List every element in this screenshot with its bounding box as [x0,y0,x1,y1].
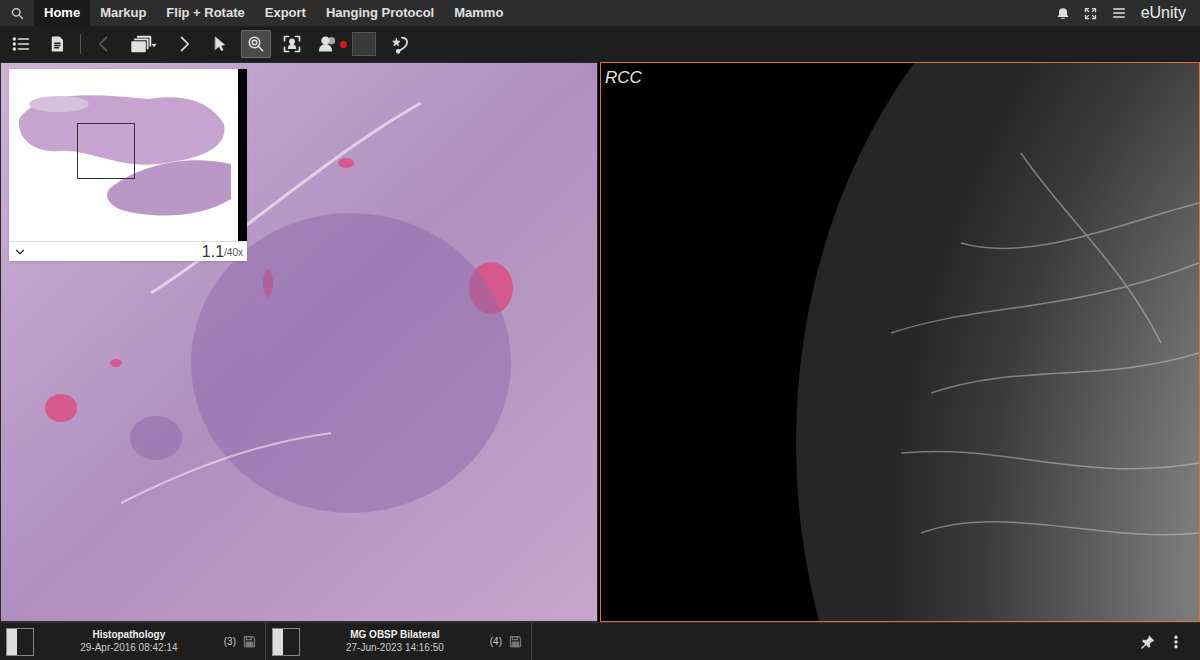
tab-label[interactable]: Mammo [454,3,503,23]
list-icon [11,34,31,54]
study-title: Histopathology [92,629,165,642]
menu-tab[interactable]: Home [34,0,90,26]
next-icon [174,34,194,54]
pointer-icon [211,35,229,53]
viewport[interactable]: 1.1/40x [0,62,598,622]
study-bar: Histopathology29-Apr-2016 08:42:14 (3) MG … [0,622,1200,660]
document-icon [48,35,66,53]
tab-label[interactable]: Export [265,3,306,23]
search-icon[interactable] [0,0,34,26]
collaborate-icon [318,34,338,54]
series-count: (4) [490,634,502,649]
zoom-button[interactable] [241,30,271,58]
study-thumbnail[interactable] [272,628,300,656]
study-date: 29-Apr-2016 08:42:14 [80,642,177,655]
toolbar [0,26,1200,62]
fullscreen-icon[interactable] [1077,0,1105,26]
separator [80,34,81,54]
recording-dot [340,41,347,48]
study-date: 27-Jun-2023 14:16:50 [346,642,444,655]
chevron-icon[interactable] [13,245,27,259]
view-label: RCC [605,65,642,91]
series-count: (3) [224,634,236,649]
tab-label[interactable]: Flip + Rotate [166,3,244,23]
menu-tab[interactable]: Mammo [444,0,513,26]
tab-label[interactable]: Markup [100,3,146,23]
previous-icon [94,34,114,54]
max-zoom: /40x [224,248,243,258]
swatch-icon [352,32,376,56]
list-button[interactable] [6,30,36,58]
bell-icon[interactable] [1049,0,1077,26]
menu-icon[interactable] [1105,0,1133,26]
mammogram-image[interactable] [601,63,1199,621]
zoom-icon [247,35,265,53]
menu-tab[interactable]: Export [255,0,316,26]
previous-button[interactable] [89,30,119,58]
overview-panel[interactable]: 1.1/40x [9,69,247,261]
tab-label[interactable]: Hanging Protocol [326,3,434,23]
pin-icon[interactable] [1134,623,1162,660]
menu-tab[interactable]: Markup [90,0,156,26]
next-button[interactable] [169,30,199,58]
study-tile[interactable]: Histopathology29-Apr-2016 08:42:14 (3) [0,623,266,660]
save-icon[interactable] [242,634,257,649]
app-name: eUnity [1133,0,1200,26]
study-tile[interactable]: MG OBSP Bilateral27-Jun-2023 14:16:50 (4) [266,623,532,660]
viewport[interactable]: RCC [600,62,1200,622]
more-icon[interactable] [1162,623,1190,660]
menu-tab[interactable]: Hanging Protocol [316,0,444,26]
menu-tab[interactable]: Flip + Rotate [156,0,254,26]
save-icon[interactable] [508,634,523,649]
overview-scrollbar[interactable] [238,69,247,241]
series-button[interactable] [125,30,163,58]
lasso-button[interactable] [385,30,415,58]
study-title: MG OBSP Bilateral [350,629,439,642]
tab-label[interactable]: Home [44,3,80,23]
menu-bar: Home Markup Flip + Rotate Export Hanging Pro… [0,0,1200,26]
document-button[interactable] [42,30,72,58]
viewport-area: 1.1/40x RCC [0,62,1200,622]
fit-icon [282,34,302,54]
lasso-icon [389,33,411,55]
overview-thumbnail[interactable] [9,69,238,241]
overview-frame[interactable] [77,123,135,179]
zoom-level: 1.1 [202,244,224,260]
pointer-button[interactable] [205,30,235,58]
series-icon [129,34,159,54]
study-thumbnail[interactable] [6,628,34,656]
collaborate-button[interactable] [313,30,343,58]
swatch-button[interactable] [349,30,379,58]
fit-button[interactable] [277,30,307,58]
selected-state [241,30,271,58]
